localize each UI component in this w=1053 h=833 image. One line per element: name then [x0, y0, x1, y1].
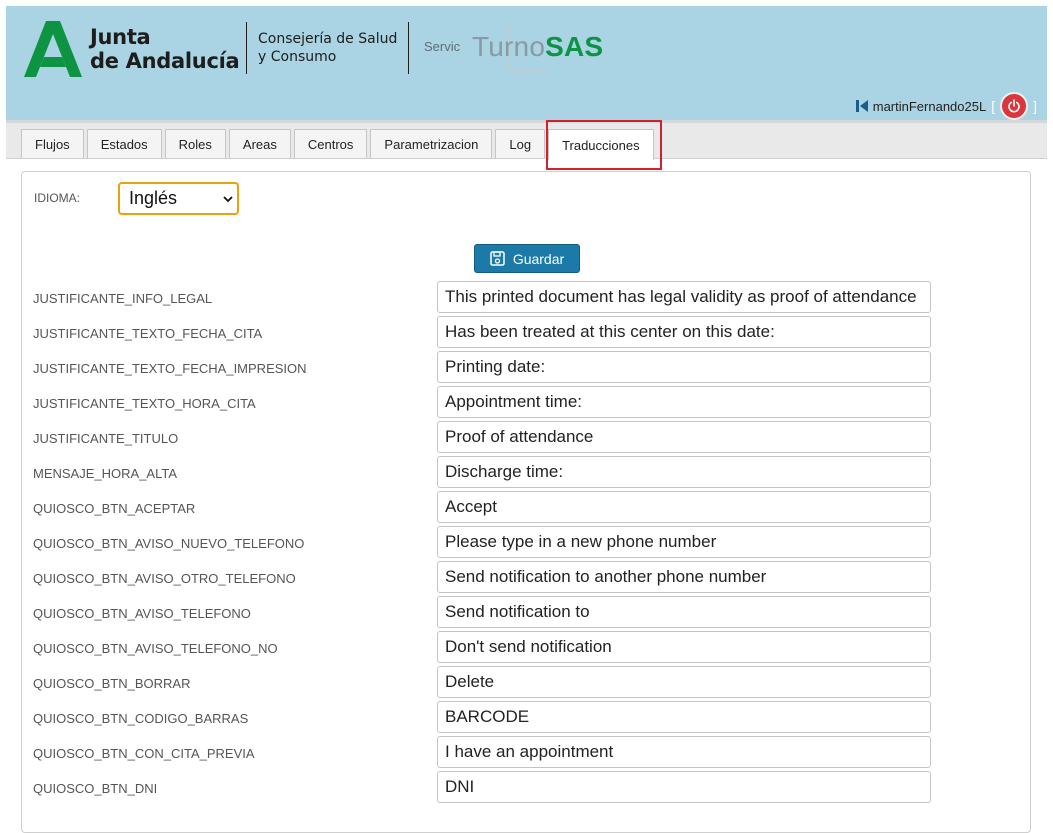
translation-row: QUIOSCO_BTN_DNI DNI — [0, 770, 1053, 805]
translation-row: QUIOSCO_BTN_BORRAR Delete — [0, 665, 1053, 700]
translation-row: QUIOSCO_BTN_AVISO_NUEVO_TELEFONO Please t… — [0, 525, 1053, 560]
translation-key: JUSTIFICANTE_TEXTO_FECHA_IMPRESION — [33, 361, 307, 376]
bracket-open: [ — [991, 98, 996, 114]
translation-key: QUIOSCO_BTN_CODIGO_BARRAS — [33, 711, 249, 726]
translation-value-input[interactable]: Send notification to another phone numbe… — [437, 561, 931, 593]
tab-log[interactable]: Log — [495, 129, 546, 158]
translation-row: QUIOSCO_BTN_AVISO_OTRO_TELEFONO Send noti… — [0, 560, 1053, 595]
translation-row: JUSTIFICANTE_INFO_LEGAL This printed docu… — [0, 280, 1053, 315]
user-skip-icon — [855, 100, 868, 112]
user-bar: martinFernando25L [ ] — [855, 92, 1037, 120]
tab-estados[interactable]: Estados — [86, 129, 162, 158]
translation-value-input[interactable]: Discharge time: — [437, 456, 931, 488]
translation-value-input[interactable]: Printing date: — [437, 351, 931, 383]
translation-key: QUIOSCO_BTN_AVISO_TELEFONO_NO — [33, 641, 278, 656]
translation-key: JUSTIFICANTE_TEXTO_HORA_CITA — [33, 396, 256, 411]
translation-value-input[interactable]: This printed document has legal validity… — [437, 281, 931, 313]
consejeria-line1: Consejería de Salud — [258, 31, 398, 47]
translation-value-input[interactable]: BARCODE — [437, 701, 931, 733]
translation-row: QUIOSCO_BTN_AVISO_TELEFONO Send notificat… — [0, 595, 1053, 630]
translation-row: JUSTIFICANTE_TEXTO_HORA_CITA Appointment … — [0, 385, 1053, 420]
translation-value-input[interactable]: Proof of attendance — [437, 421, 931, 453]
idioma-select[interactable]: Inglés — [118, 182, 239, 215]
junta-andalucia-logo-icon — [24, 21, 82, 77]
translation-key: QUIOSCO_BTN_AVISO_OTRO_TELEFONO — [33, 571, 296, 586]
translation-key: QUIOSCO_BTN_ACEPTAR — [33, 501, 196, 516]
idioma-value: Inglés — [129, 188, 178, 208]
translation-key: MENSAJE_HORA_ALTA — [33, 466, 178, 481]
logo-line1: Junta — [90, 25, 151, 49]
chevron-down-icon — [223, 196, 233, 203]
consejeria-line2: y Consumo — [258, 49, 337, 65]
logout-button[interactable] — [1000, 92, 1029, 120]
save-button[interactable]: Guardar — [474, 244, 580, 273]
tab-parametrizacion[interactable]: Parametrizacion — [370, 129, 493, 158]
floppy-disk-icon — [490, 251, 505, 266]
service-label: Servic — [424, 39, 461, 54]
translation-row: JUSTIFICANTE_TEXTO_FECHA_IMPRESION Printi… — [0, 350, 1053, 385]
turnosas-suffix: SAS — [545, 31, 604, 62]
app-header: Junta de Andalucía Consejería de Salud y… — [6, 6, 1047, 123]
translation-key: QUIOSCO_BTN_CON_CITA_PREVIA — [33, 746, 255, 761]
translation-row: QUIOSCO_BTN_CODIGO_BARRAS BARCODE — [0, 700, 1053, 735]
translation-value-input[interactable]: Has been treated at this center on this … — [437, 316, 931, 348]
logo-line2: de Andalucía — [90, 49, 240, 73]
translation-value-input[interactable]: I have an appointment — [437, 736, 931, 768]
translation-row: JUSTIFICANTE_TEXTO_FECHA_CITA Has been tr… — [0, 315, 1053, 350]
translation-row: QUIOSCO_BTN_CON_CITA_PREVIA I have an app… — [0, 735, 1053, 770]
turnosas-prefix: Turno — [472, 31, 546, 62]
idioma-label: IDIOMA: — [34, 191, 81, 205]
translation-value-input[interactable]: Accept — [437, 491, 931, 523]
translation-key: QUIOSCO_BTN_DNI — [33, 781, 158, 796]
tab-roles[interactable]: Roles — [164, 129, 226, 158]
translation-value-input[interactable]: Don't send notification — [437, 631, 931, 663]
consejeria-label: Consejería de Salud y Consumo — [258, 30, 397, 66]
power-icon — [1008, 99, 1020, 113]
tab-traducciones[interactable]: Traducciones — [548, 129, 654, 160]
header-divider — [408, 22, 409, 74]
translation-key: JUSTIFICANTE_INFO_LEGAL — [33, 291, 213, 306]
translation-value-input[interactable]: Appointment time: — [437, 386, 931, 418]
turnosas-logo: TurnoSAS — [472, 31, 603, 63]
translation-row: QUIOSCO_BTN_ACEPTAR Accept — [0, 490, 1053, 525]
translation-row: QUIOSCO_BTN_AVISO_TELEFONO_NO Don't send … — [0, 630, 1053, 665]
translation-key: QUIOSCO_BTN_AVISO_TELEFONO — [33, 606, 251, 621]
junta-andalucia-logo-text: Junta de Andalucía — [90, 25, 240, 73]
translation-key: JUSTIFICANTE_TITULO — [33, 431, 179, 446]
tab-list: Flujos Estados Roles Areas Centros Param… — [21, 129, 654, 160]
tab-bar: Flujos Estados Roles Areas Centros Param… — [6, 123, 1047, 160]
tab-areas[interactable]: Areas — [228, 129, 291, 158]
translation-list: JUSTIFICANTE_INFO_LEGAL This printed docu… — [0, 280, 1053, 805]
translation-row: JUSTIFICANTE_TITULO Proof of attendance — [0, 420, 1053, 455]
translation-key: QUIOSCO_BTN_BORRAR — [33, 676, 191, 691]
tab-centros[interactable]: Centros — [293, 129, 368, 158]
username[interactable]: martinFernando25L — [873, 99, 986, 114]
translation-value-input[interactable]: Please type in a new phone number — [437, 526, 931, 558]
translation-value-input[interactable]: Send notification to — [437, 596, 931, 628]
translation-value-input[interactable]: Delete — [437, 666, 931, 698]
translation-row: MENSAJE_HORA_ALTA Discharge time: — [0, 455, 1053, 490]
header-divider — [246, 22, 247, 74]
bracket-close: ] — [1033, 98, 1037, 114]
translation-value-input[interactable]: DNI — [437, 771, 931, 803]
translation-key: JUSTIFICANTE_TEXTO_FECHA_CITA — [33, 326, 263, 341]
tab-flujos[interactable]: Flujos — [21, 129, 84, 158]
save-button-label: Guardar — [512, 250, 565, 267]
translation-key: QUIOSCO_BTN_AVISO_NUEVO_TELEFONO — [33, 536, 305, 551]
